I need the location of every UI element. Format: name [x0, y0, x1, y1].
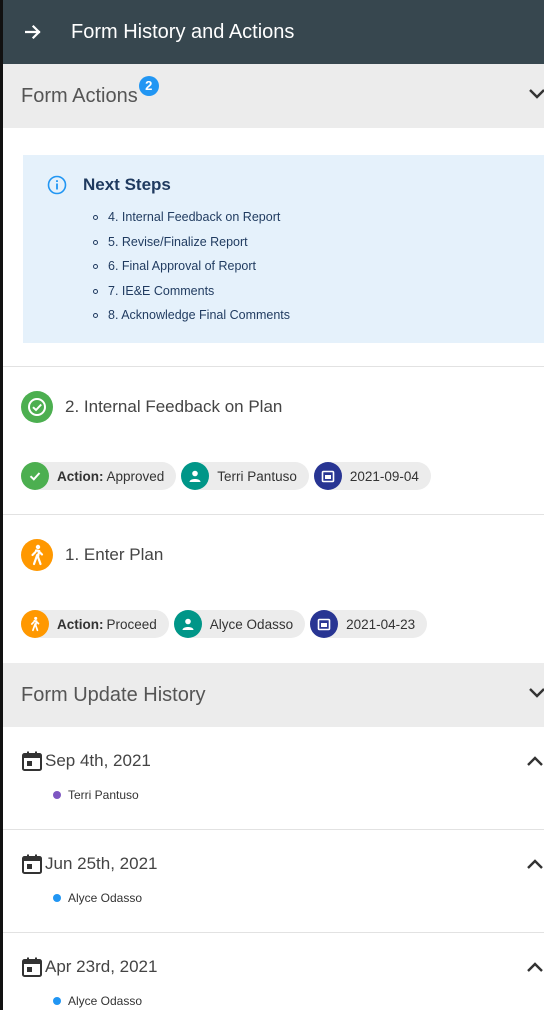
form-update-history-label: Form Update History: [21, 683, 206, 706]
history-user-name: Alyce Odasso: [68, 994, 143, 1008]
history-date-row: Sep 4th, 2021: [21, 750, 151, 772]
user-dot: [53, 997, 61, 1005]
person-icon: [173, 610, 202, 638]
step-chips: Action: Proceed Alyce Odasso 2021-04-23: [21, 610, 432, 638]
history-user: Alyce Odasso: [53, 891, 142, 905]
action-label: Action:: [57, 616, 104, 632]
step-enter-plan: 1. Enter Plan: [21, 539, 163, 571]
form-actions-label: Form Actions: [21, 84, 138, 107]
step-chips: Action: Approved Terri Pantuso 2021-09-0…: [21, 462, 436, 490]
action-chip: Action: Proceed: [21, 610, 169, 638]
history-user-name: Alyce Odasso: [68, 891, 143, 905]
history-item[interactable]: Sep 4th, 2021 Terri Pantuso: [3, 727, 544, 830]
calendar-icon: [310, 610, 339, 638]
next-step-item: 8. Acknowledge Final Comments: [93, 303, 290, 328]
chevron-up-icon[interactable]: [526, 755, 544, 767]
history-user-name: Terri Pantuso: [68, 788, 139, 802]
divider: [3, 366, 544, 367]
calendar-icon: [22, 751, 42, 771]
history-item[interactable]: Jun 25th, 2021 Alyce Odasso: [3, 830, 544, 933]
history-date: Jun 25th, 2021: [45, 854, 158, 873]
divider: [3, 514, 544, 515]
calendar-icon: [22, 854, 42, 874]
form-actions-header[interactable]: Form Actions 2: [3, 64, 544, 128]
date-chip: 2021-09-04: [313, 462, 431, 490]
user-name: Terri Pantuso: [217, 468, 297, 484]
action-chip: Action: Approved: [21, 462, 177, 490]
next-steps-box: Next Steps 4. Internal Feedback on Repor…: [23, 155, 544, 343]
action-label: Action:: [57, 468, 104, 484]
next-steps-title: Next Steps: [83, 175, 171, 194]
walking-person-icon: [21, 610, 49, 638]
window-edge: [0, 0, 3, 1010]
chevron-down-icon[interactable]: [528, 88, 544, 100]
calendar-icon: [22, 957, 42, 977]
action-value: Approved: [106, 468, 165, 484]
step-title: 1. Enter Plan: [65, 545, 164, 564]
check-circle-icon: [21, 391, 53, 423]
date-chip: 2021-04-23: [310, 610, 428, 638]
history-user: Terri Pantuso: [53, 788, 139, 802]
date-value: 2021-09-04: [349, 468, 419, 484]
walking-person-icon: [21, 539, 53, 571]
form-update-history-header[interactable]: Form Update History: [3, 663, 544, 727]
step-internal-feedback-on-plan: 2. Internal Feedback on Plan: [21, 391, 282, 423]
chevron-up-icon[interactable]: [526, 961, 544, 973]
next-step-item: 7. IE&E Comments: [93, 279, 290, 304]
next-step-item: 5. Revise/Finalize Report: [93, 230, 290, 255]
form-history-panel: Form History and Actions Form Actions 2 …: [3, 0, 544, 1010]
form-actions-badge: 2: [138, 76, 159, 96]
calendar-icon: [313, 462, 342, 490]
panel-header: Form History and Actions: [3, 0, 544, 64]
person-icon: [181, 462, 210, 490]
history-item[interactable]: Apr 23rd, 2021 Alyce Odasso: [3, 933, 544, 1010]
user-chip[interactable]: Terri Pantuso: [181, 462, 309, 490]
panel-title: Form History and Actions: [71, 20, 295, 43]
info-icon: [47, 175, 67, 195]
next-steps-list: 4. Internal Feedback on Report 5. Revise…: [93, 205, 290, 328]
step-title: 2. Internal Feedback on Plan: [65, 397, 283, 416]
next-step-item: 6. Final Approval of Report: [93, 254, 290, 279]
check-icon: [21, 462, 49, 490]
user-name: Alyce Odasso: [209, 616, 294, 632]
chevron-up-icon[interactable]: [526, 858, 544, 870]
user-dot: [53, 791, 61, 799]
history-date-row: Apr 23rd, 2021: [21, 956, 157, 978]
history-date: Sep 4th, 2021: [45, 751, 151, 770]
chevron-down-icon[interactable]: [528, 687, 544, 699]
action-value: Proceed: [106, 616, 157, 632]
arrow-right-icon[interactable]: [25, 24, 41, 40]
user-chip[interactable]: Alyce Odasso: [173, 610, 306, 638]
history-date: Apr 23rd, 2021: [45, 957, 158, 976]
date-value: 2021-04-23: [346, 616, 416, 632]
next-step-item: 4. Internal Feedback on Report: [93, 205, 290, 230]
user-dot: [53, 894, 61, 902]
history-user: Alyce Odasso: [53, 994, 142, 1008]
history-date-row: Jun 25th, 2021: [21, 853, 157, 875]
